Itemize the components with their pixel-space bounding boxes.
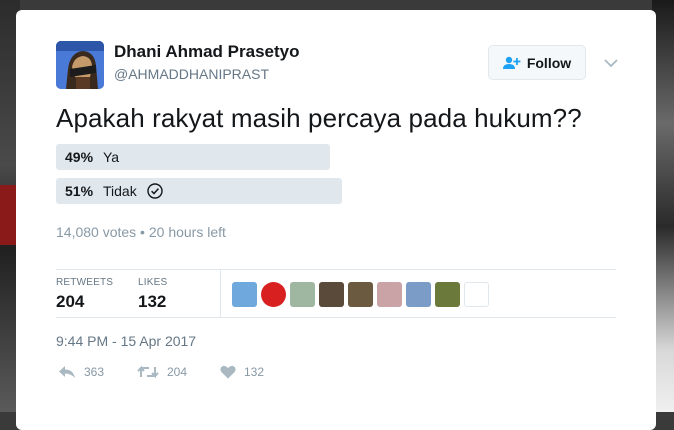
reply-icon [59,366,75,378]
retweets-stat[interactable]: RETWEETS 204 [56,277,113,312]
poll-bar [56,144,330,170]
heart-icon [220,365,236,379]
poll-label: Tidak [103,183,137,199]
avatar-image [56,41,104,89]
avatar[interactable] [56,41,104,89]
retweets-value: 204 [56,292,85,311]
retweet-button[interactable]: 204 [137,365,187,379]
author-handle[interactable]: @AHMADDHANIPRAST [114,66,269,82]
reply-button[interactable]: 363 [58,365,104,379]
follow-button[interactable]: Follow [488,45,586,80]
tweet-text: Apakah rakyat masih percaya pada hukum?? [56,103,582,133]
tweet-card: Dhani Ahmad Prasetyo @AHMADDHANIPRAST Fo… [16,10,656,430]
liker-avatars [232,282,489,307]
poll-label: Ya [103,149,120,165]
likes-label: LIKES [138,277,168,288]
author-display-name[interactable]: Dhani Ahmad Prasetyo [114,42,299,62]
divider [56,317,616,318]
poll-bar [56,178,342,204]
liker-avatar[interactable] [290,282,315,307]
liker-avatar[interactable] [435,282,460,307]
liker-avatar[interactable] [377,282,402,307]
liker-avatar[interactable] [261,282,286,307]
retweet-count: 204 [167,365,188,379]
reply-count: 363 [84,365,105,379]
divider [56,269,616,270]
liker-avatar[interactable] [464,282,489,307]
poll-percent: 49% [65,149,94,165]
stats-separator [220,270,221,317]
poll-percent: 51% [65,183,94,199]
like-button[interactable]: 132 [220,365,264,379]
liker-avatar[interactable] [232,282,257,307]
liker-avatar[interactable] [406,282,431,307]
like-count: 132 [244,365,265,379]
poll-meta: 14,080 votes • 20 hours left [56,224,226,240]
tweet-timestamp[interactable]: 9:44 PM - 15 Apr 2017 [56,333,196,349]
check-circle-icon [147,183,163,204]
add-user-icon [502,56,521,70]
chevron-down-icon[interactable] [604,55,618,73]
retweets-label: RETWEETS [56,277,114,288]
follow-button-label: Follow [526,54,572,71]
retweet-icon [137,365,159,379]
liker-avatar[interactable] [319,282,344,307]
likes-value: 132 [138,292,167,311]
likes-stat[interactable]: LIKES 132 [138,277,167,312]
liker-avatar[interactable] [348,282,373,307]
